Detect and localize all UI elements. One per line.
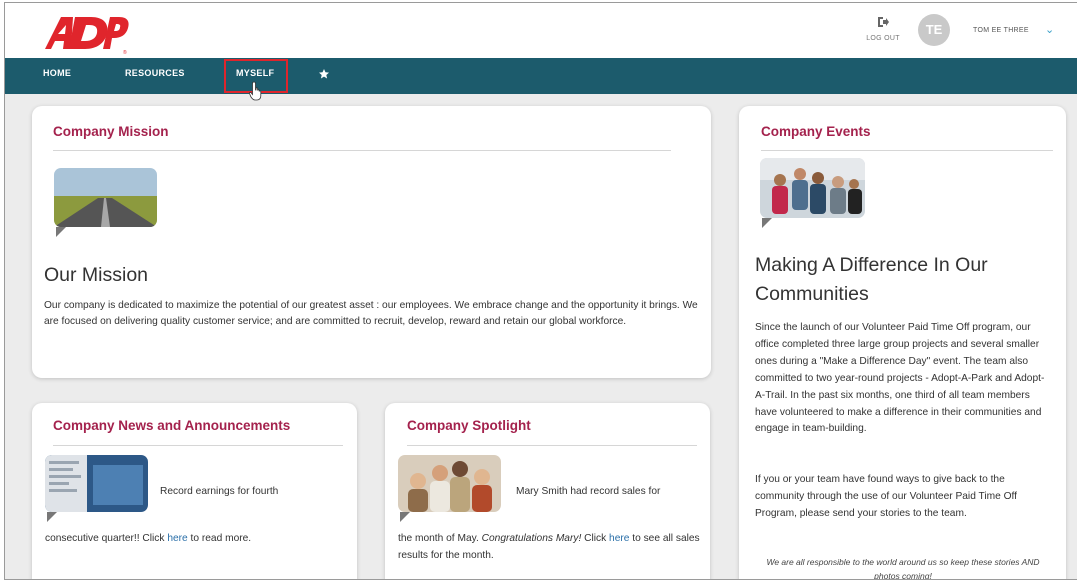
logout-icon [878, 17, 889, 27]
card-title: Company Spotlight [407, 418, 531, 433]
team-members-image [398, 455, 501, 512]
mission-heading: Our Mission [44, 264, 149, 286]
news-text-line-2: consecutive quarter!! Click here to read… [45, 531, 251, 547]
news-text-line-1: Record earnings for fourth [160, 486, 279, 497]
road-image [54, 168, 157, 227]
chevron-down-icon[interactable]: ⌄ [1045, 23, 1054, 36]
company-spotlight-card: Company Spotlight Mary Smith had record … [385, 403, 710, 579]
bubble-tail [762, 218, 772, 228]
main-nav: HOME RESOURCES MYSELF [5, 58, 1077, 94]
spotlight-text-part: the month of May. [398, 533, 482, 544]
divider [761, 150, 1053, 151]
logout-button[interactable]: LOG OUT [863, 15, 903, 42]
username[interactable]: TOM EE THREE [973, 27, 1029, 34]
hand-cursor-icon [249, 81, 262, 101]
company-events-card: Company Events Making A Difference In Ou… [739, 106, 1066, 580]
card-title: Company News and Announcements [53, 418, 291, 433]
report-image [45, 455, 148, 512]
news-read-more-link[interactable]: here [167, 533, 187, 544]
browser-frame: ® LOG OUT TE TOM EE THREE ⌄ HOME RESOURC… [4, 2, 1077, 580]
spotlight-results-link[interactable]: here [609, 533, 629, 544]
news-text-part: to read more. [187, 533, 252, 544]
nav-item-resources[interactable]: RESOURCES [125, 68, 185, 78]
adp-logo[interactable]: ® [39, 11, 129, 55]
divider [53, 150, 671, 151]
spotlight-congrats: Congratulations Mary! [481, 533, 582, 544]
bubble-tail [400, 512, 410, 522]
company-news-card: Company News and Announcements Record ea… [32, 403, 357, 579]
spotlight-text-line-2: the month of May. Congratulations Mary! … [398, 531, 708, 564]
team-photo [760, 158, 865, 218]
card-title: Company Events [761, 124, 871, 139]
events-quote: We are all responsible to the world arou… [766, 557, 1040, 580]
mission-text: Our company is dedicated to maximize the… [44, 300, 698, 327]
spotlight-text-part: Click [581, 533, 610, 544]
avatar[interactable]: TE [918, 14, 950, 46]
events-text-1: Since the launch of our Volunteer Paid T… [755, 322, 1045, 435]
divider [407, 445, 697, 446]
divider [53, 445, 343, 446]
logout-label: LOG OUT [866, 35, 900, 42]
top-header: ® LOG OUT TE TOM EE THREE ⌄ [5, 3, 1077, 58]
events-heading: Making A Difference In Our Communities [755, 254, 988, 305]
bubble-tail [56, 227, 66, 237]
bubble-tail [47, 512, 57, 522]
star-icon[interactable] [318, 68, 330, 80]
svg-text:®: ® [123, 49, 127, 55]
company-mission-card: Company Mission Our Mission Our company … [32, 106, 711, 378]
card-title: Company Mission [53, 124, 169, 139]
events-text-2: If you or your team have found ways to g… [755, 474, 1017, 519]
nav-item-home[interactable]: HOME [43, 68, 71, 78]
news-text-part: consecutive quarter!! Click [45, 533, 168, 544]
spotlight-text-line-1: Mary Smith had record sales for [516, 486, 661, 497]
